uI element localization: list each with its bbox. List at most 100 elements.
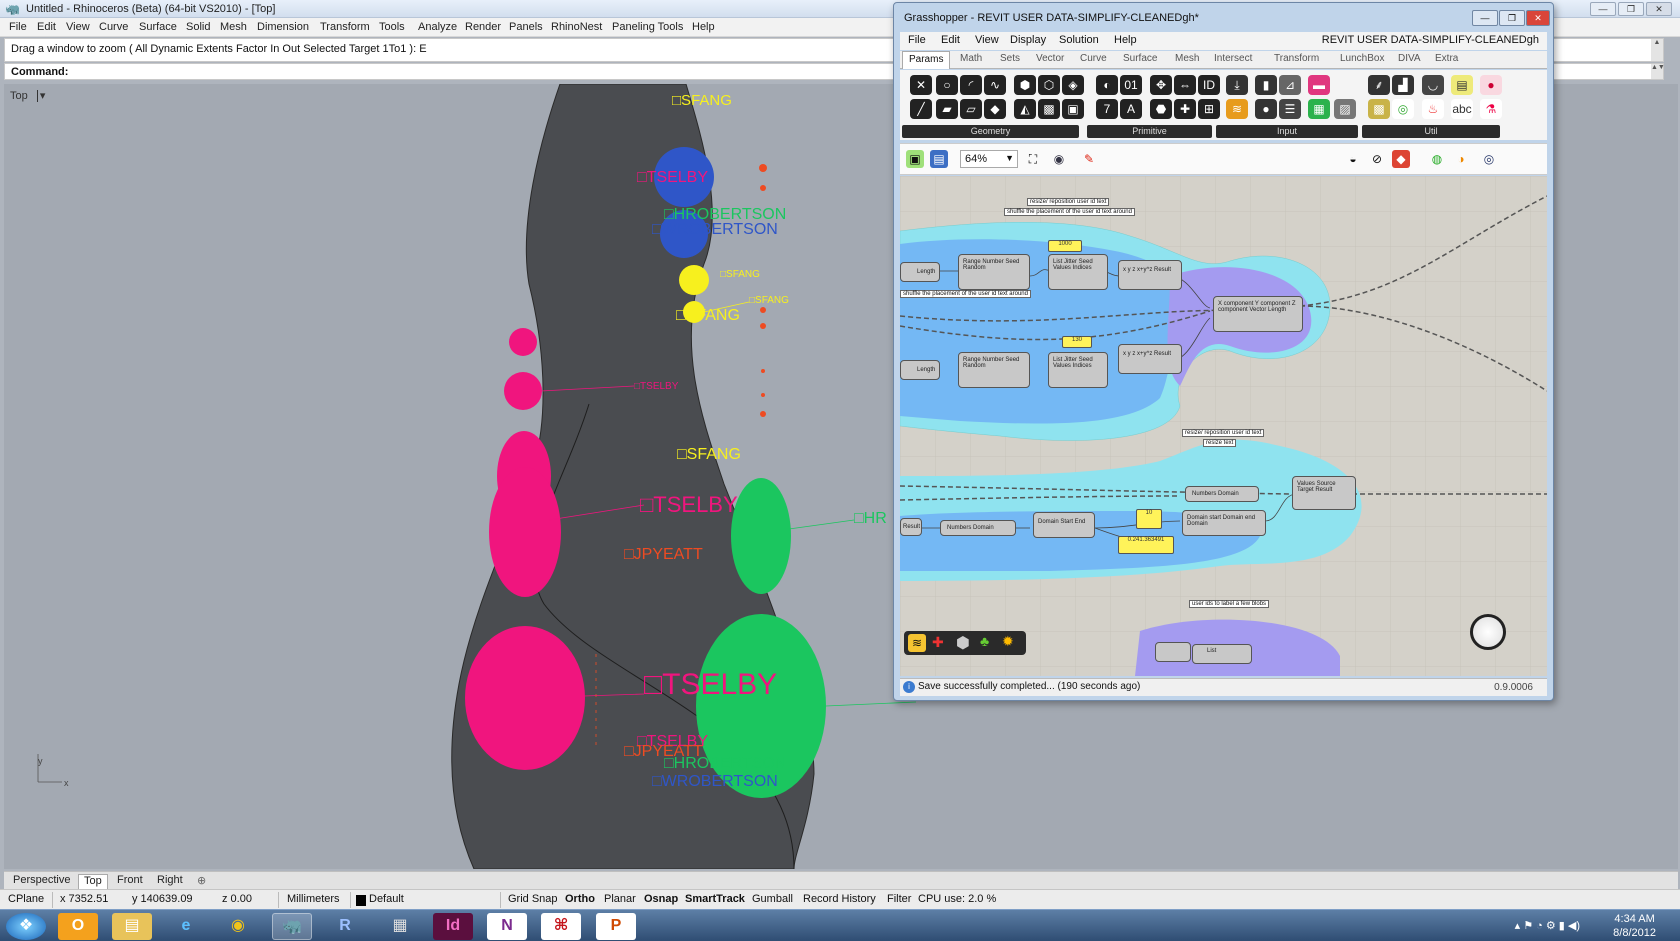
widget-align-icon[interactable]: ✚	[932, 634, 944, 651]
command-scrollbar[interactable]: ▲▼	[1651, 64, 1665, 79]
param-domain-icon[interactable]: ✥	[1150, 75, 1172, 95]
gh-construct-domain-component[interactable]: Domain start Domain end Domain	[1182, 510, 1266, 536]
toggle-osnap[interactable]: Osnap	[644, 893, 678, 905]
toggle-gumball[interactable]: Gumball	[752, 893, 793, 905]
preview-mode-icon[interactable]: ◒	[1344, 150, 1362, 168]
color-wheel-icon[interactable]: ◑	[1452, 150, 1470, 168]
toggle-grid-snap[interactable]: Grid Snap	[508, 893, 558, 905]
calculator-icon[interactable]: ▦	[380, 913, 420, 940]
gh-navigation-compass[interactable]	[1470, 614, 1506, 650]
menu-file[interactable]: File	[9, 21, 27, 33]
menu-rhinonest[interactable]: RhinoNest	[551, 21, 602, 33]
menu-paneling-tools[interactable]: Paneling Tools	[612, 21, 683, 33]
param-rectangle-icon[interactable]: ▱	[960, 99, 982, 119]
gh-number-panel-4[interactable]: 0.241.363491	[1118, 536, 1174, 554]
note-shuffle-2[interactable]: shuffle the placement of the user id tex…	[900, 290, 1031, 298]
util-map-icon[interactable]: ▩	[1368, 99, 1390, 119]
gh-canvas[interactable]: resize/ reposition user id text shuffle …	[900, 176, 1547, 676]
param-geometry-icon[interactable]: ◈	[1062, 75, 1084, 95]
gh-number-panel-3[interactable]: 10	[1136, 509, 1162, 529]
gh-tab-curve[interactable]: Curve	[1080, 53, 1107, 64]
taskbar-clock[interactable]: 4:34 AM 8/8/2012	[1613, 912, 1656, 940]
gh-maximize-button[interactable]: ❐	[1499, 10, 1525, 26]
param-time-icon[interactable]: ✚	[1174, 99, 1196, 119]
gh-tab-surface[interactable]: Surface	[1123, 53, 1157, 64]
note-resize-reposition-1[interactable]: resize/ reposition user id text	[1027, 198, 1110, 206]
note-user-ids[interactable]: user ids to label a few blobs	[1189, 600, 1270, 608]
note-shuffle-1[interactable]: shuffle the placement of the user id tex…	[1004, 208, 1135, 216]
menu-solid[interactable]: Solid	[186, 21, 210, 33]
gh-tab-intersect[interactable]: Intersect	[1214, 53, 1252, 64]
param-point-icon[interactable]: ✕	[910, 75, 932, 95]
param-guid-icon[interactable]: ID	[1198, 75, 1220, 95]
menu-render[interactable]: Render	[465, 21, 501, 33]
start-button[interactable]: ❖	[6, 913, 46, 940]
gh-partial-component[interactable]	[1155, 642, 1191, 662]
gh-number-panel-1[interactable]: 1000	[1048, 240, 1082, 252]
sketch-pen-icon[interactable]: ✎	[1080, 150, 1098, 168]
param-string-icon[interactable]: A	[1120, 99, 1142, 119]
status-layer[interactable]: Default	[369, 893, 404, 905]
history-scrollbar[interactable]: ▲	[1651, 39, 1663, 61]
save-file-icon[interactable]: ▤	[930, 150, 948, 168]
tab-perspective[interactable]: Perspective	[8, 874, 75, 889]
param-mesh-icon[interactable]: ⬡	[1038, 75, 1060, 95]
ribbon-group-geometry[interactable]: Geometry	[902, 125, 1079, 138]
toggle-filter[interactable]: Filter	[887, 893, 911, 905]
input-list-icon[interactable]: ☰	[1279, 99, 1301, 119]
param-arc-icon[interactable]: ◜	[960, 75, 982, 95]
param-number-icon[interactable]: 7	[1096, 99, 1118, 119]
gh-menu-file[interactable]: File	[908, 34, 926, 46]
tab-front[interactable]: Front	[112, 874, 148, 889]
param-integer-icon[interactable]: 01	[1120, 75, 1142, 95]
menu-help[interactable]: Help	[692, 21, 715, 33]
onenote-icon[interactable]: N	[487, 913, 527, 940]
close-button[interactable]: ✕	[1646, 2, 1672, 16]
gh-tab-mesh[interactable]: Mesh	[1175, 53, 1199, 64]
add-viewport-icon[interactable]: ⊕	[192, 874, 211, 889]
param-brep-icon[interactable]: ⬢	[1014, 75, 1036, 95]
explorer-icon[interactable]: ▤	[112, 913, 152, 940]
ribbon-group-input[interactable]: Input	[1216, 125, 1358, 138]
gh-document-name[interactable]: REVIT USER DATA-SIMPLIFY-CLEANEDgh	[1322, 34, 1539, 46]
gh-tab-vector[interactable]: Vector	[1036, 53, 1064, 64]
param-line-icon[interactable]: ╱	[910, 99, 932, 119]
util-swatch-icon[interactable]: ●	[1480, 75, 1502, 95]
rhino-app-icon[interactable]: 🦏	[272, 913, 312, 940]
util-text-icon[interactable]: abc	[1451, 99, 1473, 119]
gh-tab-transform[interactable]: Transform	[1274, 53, 1319, 64]
zoom-extents-icon[interactable]: ⛶	[1024, 150, 1042, 168]
util-globe-icon[interactable]: ◎	[1392, 99, 1414, 119]
tab-right[interactable]: Right	[152, 874, 188, 889]
param-interval-icon[interactable]: ⇔	[1174, 75, 1196, 95]
menu-surface[interactable]: Surface	[139, 21, 177, 33]
status-cplane[interactable]: CPlane	[8, 893, 44, 905]
menu-dimension[interactable]: Dimension	[257, 21, 309, 33]
acrobat-icon[interactable]: ⌘	[541, 913, 581, 940]
menu-tools[interactable]: Tools	[379, 21, 405, 33]
gh-tab-sets[interactable]: Sets	[1000, 53, 1020, 64]
outlook-icon[interactable]: O	[58, 913, 98, 940]
menu-transform[interactable]: Transform	[320, 21, 370, 33]
menu-analyze[interactable]: Analyze	[418, 21, 457, 33]
gh-tab-lunchbox[interactable]: LunchBox	[1340, 53, 1384, 64]
param-matrix-icon[interactable]: ⬣	[1150, 99, 1172, 119]
gh-tab-math[interactable]: Math	[960, 53, 982, 64]
util-tree-icon[interactable]: ⸙	[1368, 75, 1390, 95]
tab-top[interactable]: Top	[78, 874, 108, 889]
ribbon-group-primitive[interactable]: Primitive	[1087, 125, 1212, 138]
powerpoint-icon[interactable]: P	[596, 913, 636, 940]
gh-menu-view[interactable]: View	[975, 34, 999, 46]
menu-edit[interactable]: Edit	[37, 21, 56, 33]
param-group-icon[interactable]: ▣	[1062, 99, 1084, 119]
revit-icon[interactable]: R	[325, 913, 365, 940]
util-chart-icon[interactable]: ▟	[1392, 75, 1414, 95]
input-import-icon[interactable]: ⤓	[1226, 75, 1248, 95]
param-plane-icon[interactable]: ▰	[936, 99, 958, 119]
param-box-icon[interactable]: ◆	[984, 99, 1006, 119]
gh-list-component[interactable]: List	[1192, 644, 1252, 664]
note-resize-text[interactable]: resize text	[1203, 439, 1237, 447]
input-image-icon[interactable]: ▨	[1334, 99, 1356, 119]
gh-bounds-component[interactable]: Numbers Domain	[1185, 486, 1259, 502]
param-field-icon[interactable]: ▩	[1038, 99, 1060, 119]
